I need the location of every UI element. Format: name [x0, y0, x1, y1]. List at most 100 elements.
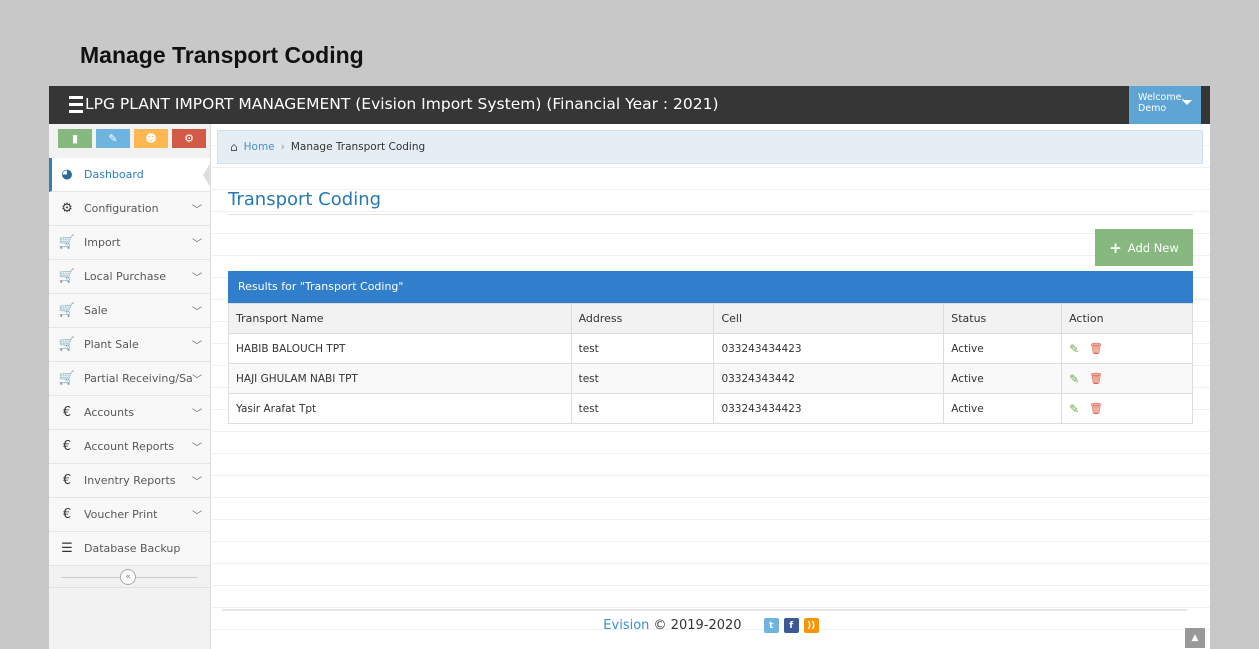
sidebar-item-label: Configuration: [84, 202, 159, 215]
sidebar-item-inventry-reports[interactable]: € Inventry Reports ﹀: [49, 464, 210, 498]
delete-trash-icon[interactable]: 🗑: [1089, 402, 1103, 415]
cell-actions: ✎ 🗑: [1061, 333, 1193, 364]
column-header-cell[interactable]: Cell: [713, 303, 945, 334]
cell-phone: 03324343442: [713, 363, 945, 394]
euro-icon: €: [62, 473, 72, 488]
delete-trash-icon[interactable]: 🗑: [1089, 372, 1103, 385]
sidebar-item-label: Import: [84, 236, 121, 249]
home-icon: ⌂: [230, 140, 238, 154]
pencil-icon[interactable]: ✎: [96, 129, 130, 148]
footer-brand[interactable]: Evision: [603, 618, 649, 633]
sidebar-item-partial-receiving-sale[interactable]: 🛒 Partial Receiving/Sale ﹀: [49, 362, 210, 396]
results-header: Results for "Transport Coding": [228, 271, 1193, 303]
chevron-down-icon: ﹀: [192, 307, 202, 318]
title-divider: [228, 214, 1193, 215]
sidebar-item-label: Voucher Print: [84, 508, 158, 521]
cogs-icon: ⚙: [61, 201, 73, 216]
sidebar-item-label: Plant Sale: [84, 338, 139, 351]
euro-icon: €: [62, 507, 72, 522]
sidebar-item-database-backup[interactable]: ☰ Database Backup: [49, 532, 210, 566]
sidebar-shortcuts: ▮ ✎ ☻ ⚙: [49, 124, 210, 158]
caret-down-icon: [1182, 100, 1192, 105]
double-chevron-left-icon[interactable]: «: [120, 569, 136, 585]
cart-icon: 🛒: [58, 337, 76, 352]
table-row: Yasir Arafat Tpt test 033243434423 Activ…: [228, 393, 1193, 424]
sidebar-item-plant-sale[interactable]: 🛒 Plant Sale ﹀: [49, 328, 210, 362]
dashboard-icon: ◕: [61, 167, 73, 182]
breadcrumb: ⌂ Home › Manage Transport Coding: [217, 130, 1203, 164]
edit-pencil-icon[interactable]: ✎: [1069, 342, 1079, 356]
cart-icon: 🛒: [58, 269, 76, 284]
sidebar-item-dashboard[interactable]: ◕ Dashboard: [49, 158, 211, 192]
sidebar-item-label: Local Purchase: [84, 270, 166, 283]
cell-transport-name: Yasir Arafat Tpt: [228, 393, 572, 424]
sidebar-collapse: «: [49, 566, 210, 588]
chevron-down-icon: ﹀: [192, 239, 202, 250]
cell-transport-name: HABIB BALOUCH TPT: [228, 333, 572, 364]
edit-pencil-icon[interactable]: ✎: [1069, 402, 1079, 416]
sidebar-item-label: Account Reports: [84, 440, 175, 453]
page-title: Transport Coding: [228, 189, 382, 210]
chevron-down-icon: ﹀: [192, 443, 202, 454]
sidebar-item-label: Accounts: [84, 406, 135, 419]
table-row: HAJI GHULAM NABI TPT test 03324343442 Ac…: [228, 363, 1193, 394]
sidebar-item-label: Inventry Reports: [84, 474, 176, 487]
sidebar-item-local-purchase[interactable]: 🛒 Local Purchase ﹀: [49, 260, 210, 294]
cogs-icon[interactable]: ⚙: [172, 129, 206, 148]
cell-transport-name: HAJI GHULAM NABI TPT: [228, 363, 572, 394]
column-header-transport-name[interactable]: Transport Name: [228, 303, 572, 334]
database-icon: ☰: [61, 541, 73, 556]
chevron-down-icon: ﹀: [192, 205, 202, 216]
rss-icon[interactable]: )): [803, 618, 819, 633]
cell-address: test: [570, 363, 715, 394]
sidebar-item-sale[interactable]: 🛒 Sale ﹀: [49, 294, 210, 328]
user-menu[interactable]: Welcome, Demo: [1129, 86, 1201, 124]
sidebar-item-label: Dashboard: [84, 168, 144, 181]
chevron-down-icon: ﹀: [192, 375, 202, 386]
scroll-to-top-button[interactable]: ▲: [1185, 628, 1205, 648]
add-new-button[interactable]: + Add New: [1095, 229, 1193, 266]
top-navbar: LPG PLANT IMPORT MANAGEMENT (Evision Imp…: [49, 86, 1210, 124]
sidebar-item-accounts[interactable]: € Accounts ﹀: [49, 396, 210, 430]
sidebar: ▮ ✎ ☻ ⚙ ◕ Dashboard ⚙ Configuration ﹀ 🛒 …: [49, 124, 211, 649]
cart-icon: 🛒: [58, 371, 76, 386]
column-header-action: Action: [1061, 303, 1193, 334]
sidebar-item-import[interactable]: 🛒 Import ﹀: [49, 226, 210, 260]
edit-pencil-icon[interactable]: ✎: [1069, 372, 1079, 386]
facebook-icon[interactable]: f: [783, 618, 799, 633]
cart-icon: 🛒: [58, 303, 76, 318]
delete-trash-icon[interactable]: 🗑: [1089, 342, 1103, 355]
sidebar-item-label: Partial Receiving/Sale: [84, 372, 192, 385]
app-title: LPG PLANT IMPORT MANAGEMENT (Evision Imp…: [85, 95, 719, 113]
cell-actions: ✎ 🗑: [1061, 363, 1193, 394]
cell-phone: 033243434423: [713, 333, 945, 364]
euro-icon: €: [62, 439, 72, 454]
cell-status: Active: [943, 393, 1063, 424]
breadcrumb-home-link[interactable]: Home: [244, 141, 275, 153]
sidebar-item-account-reports[interactable]: € Account Reports ﹀: [49, 430, 210, 464]
cell-actions: ✎ 🗑: [1061, 393, 1193, 424]
chevron-down-icon: ﹀: [192, 341, 202, 352]
cell-address: test: [570, 333, 715, 364]
app-window: LPG PLANT IMPORT MANAGEMENT (Evision Imp…: [49, 86, 1210, 649]
chevron-down-icon: ﹀: [192, 511, 202, 522]
footer-copyright: © 2019-2020: [653, 618, 742, 633]
cell-address: test: [570, 393, 715, 424]
column-header-address[interactable]: Address: [570, 303, 715, 334]
cell-phone: 033243434423: [713, 393, 945, 424]
chevron-down-icon: ﹀: [192, 273, 202, 284]
cart-icon: 🛒: [58, 235, 76, 250]
sidebar-item-label: Sale: [84, 304, 108, 317]
column-header-status[interactable]: Status: [943, 303, 1063, 334]
footer-divider: [222, 609, 1187, 611]
signal-icon[interactable]: ▮: [58, 129, 92, 148]
sidebar-item-voucher-print[interactable]: € Voucher Print ﹀: [49, 498, 210, 532]
twitter-icon[interactable]: t: [763, 618, 779, 633]
sidebar-item-label: Database Backup: [84, 542, 181, 555]
euro-icon: €: [62, 405, 72, 420]
cell-status: Active: [943, 333, 1063, 364]
users-icon[interactable]: ☻: [134, 129, 168, 148]
sidebar-item-configuration[interactable]: ⚙ Configuration ﹀: [49, 192, 210, 226]
table-row: HABIB BALOUCH TPT test 033243434423 Acti…: [228, 333, 1193, 364]
chevron-down-icon: ﹀: [192, 477, 202, 488]
